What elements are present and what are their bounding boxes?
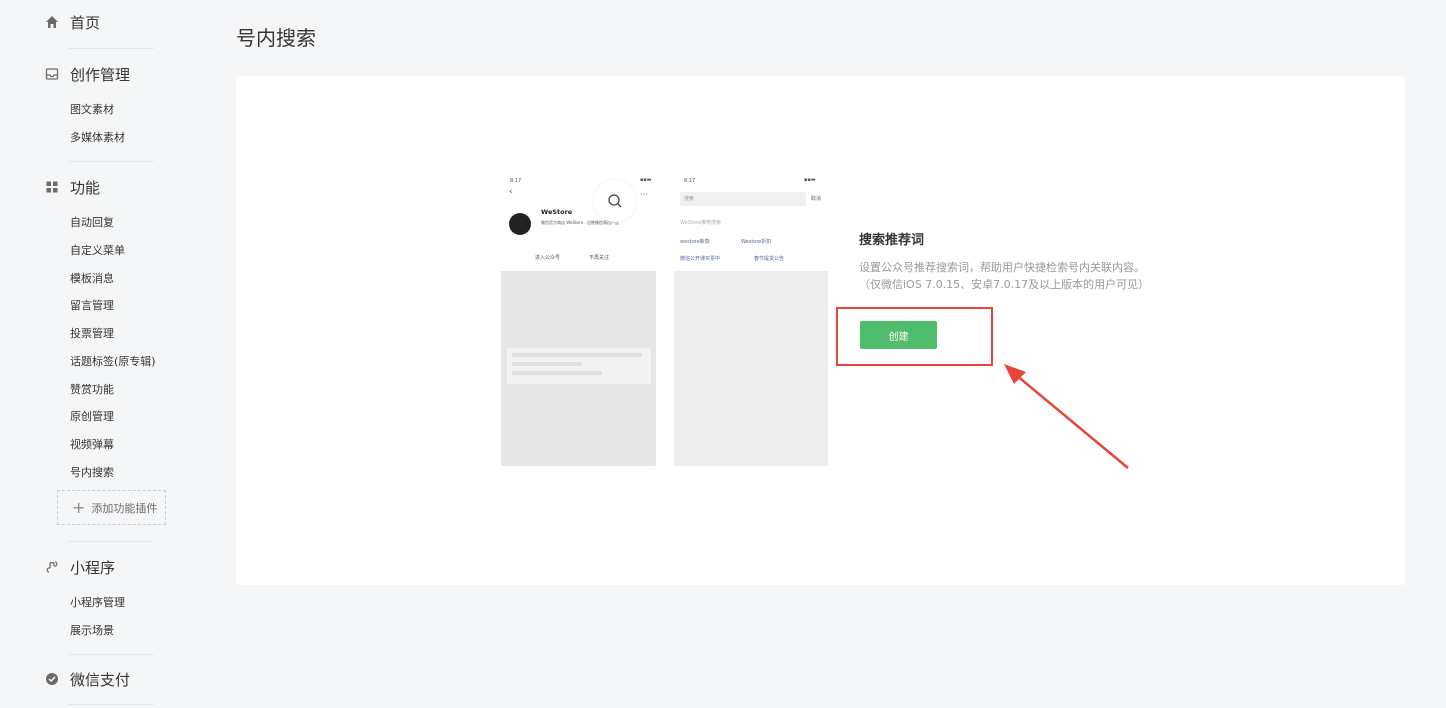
- divider: [68, 654, 154, 655]
- annotation-arrow-icon: [1004, 364, 1129, 469]
- nav-wechatpay[interactable]: 微信支付: [44, 668, 130, 690]
- preview-phone-search: 8:17 ▪▪▬ 搜索 取消 WeStore推荐搜索 westore新款 Wes…: [674, 171, 828, 466]
- sidebar-item-multimedia-material[interactable]: 多媒体素材: [70, 129, 125, 145]
- status-icons: ▪▪▬: [804, 177, 816, 183]
- nav-creation[interactable]: 创作管理: [44, 63, 130, 85]
- placeholder-bar: [512, 353, 642, 357]
- search-bubble: [594, 180, 636, 222]
- preview-tag: westore新款: [680, 239, 710, 245]
- add-plugin-button[interactable]: + 添加功能插件: [57, 490, 166, 525]
- sidebar-item-video-danmaku[interactable]: 视频弹幕: [70, 436, 114, 452]
- nav-home[interactable]: 首页: [44, 11, 100, 33]
- nav-home-label: 首页: [70, 13, 101, 32]
- preview-search-panel: 8:17 ▪▪▬ 搜索 取消 WeStore推荐搜索 westore新款 Wes…: [674, 171, 828, 271]
- sidebar-item-graphic-material[interactable]: 图文素材: [70, 101, 114, 117]
- preview-tag: 微信公开课买票中: [680, 256, 721, 262]
- preview-time: 8:17: [684, 178, 696, 184]
- nav-miniprogram-label: 小程序: [70, 558, 116, 577]
- preview-phone-account: 8:17 ‹ ▪▪▬ ··· WeStore 微信官方商店 WeStore，出售…: [501, 171, 656, 466]
- preview-tag: Westore折扣: [741, 239, 772, 245]
- divider: [68, 48, 154, 49]
- sidebar: 首页 创作管理 图文素材 多媒体素材 功能 自动回复 自定义菜单 模板消息 留言…: [0, 0, 200, 708]
- preview-time: 8:17: [510, 178, 522, 184]
- search-icon: [608, 194, 622, 208]
- sidebar-item-vote-management[interactable]: 投票管理: [70, 325, 114, 341]
- sidebar-item-reward[interactable]: 赞赏功能: [70, 381, 114, 397]
- preview-search-placeholder: 搜索: [684, 196, 695, 202]
- account-name: WeStore: [541, 208, 573, 216]
- sidebar-item-topic-tags[interactable]: 话题标签(原专辑): [70, 353, 156, 369]
- sidebar-item-template-message[interactable]: 模板消息: [70, 270, 114, 286]
- preview-tag: 春节提货公告: [754, 256, 785, 262]
- preview-search-box: 搜索: [680, 192, 806, 206]
- info-desc-line2: （仅微信iOS 7.0.15、安卓7.0.17及以上版本的用户可见）: [859, 278, 1150, 291]
- sidebar-item-miniprogram-management[interactable]: 小程序管理: [70, 594, 125, 610]
- preview-section-label: WeStore推荐搜索: [680, 220, 721, 226]
- grid-icon: [44, 179, 60, 195]
- nav-wechatpay-label: 微信支付: [70, 670, 131, 689]
- more-icon: ···: [640, 190, 648, 199]
- home-icon: [44, 14, 60, 30]
- plus-icon: +: [72, 498, 86, 517]
- page-title: 号内搜索: [236, 26, 316, 50]
- preview-account-header: 8:17 ‹ ▪▪▬ ··· WeStore 微信官方商店 WeStore，出售…: [501, 171, 656, 271]
- divider: [68, 704, 154, 705]
- divider: [68, 541, 154, 542]
- nav-features-label: 功能: [70, 178, 101, 197]
- status-icons: ▪▪▬: [640, 177, 652, 183]
- placeholder-bar: [512, 371, 602, 375]
- info-title: 搜索推荐词: [859, 233, 925, 248]
- enter-account-button: 进入公众号: [535, 255, 561, 261]
- sidebar-item-custom-menu[interactable]: 自定义菜单: [70, 242, 125, 258]
- sidebar-item-in-account-search[interactable]: 号内搜索: [70, 464, 114, 480]
- nav-miniprogram[interactable]: 小程序: [44, 556, 115, 578]
- info-desc-line1: 设置公众号推荐搜索词，帮助用户快捷检索号内关联内容。: [859, 261, 1145, 274]
- avatar: [509, 213, 531, 235]
- placeholder-bar: [512, 362, 582, 366]
- account-desc: 微信官方商店 WeStore，出售微信周边产品: [541, 220, 620, 225]
- divider: [68, 161, 154, 162]
- annotation-highlight-box: [836, 307, 993, 366]
- preview-article-card: [507, 348, 651, 384]
- unfollow-button: 不再关注: [589, 255, 610, 261]
- add-plugin-label: 添加功能插件: [91, 501, 158, 515]
- preview-cancel: 取消: [811, 196, 822, 202]
- nav-creation-label: 创作管理: [70, 65, 131, 84]
- sidebar-item-display-scenes[interactable]: 展示场景: [70, 622, 114, 638]
- pay-icon: [44, 671, 60, 687]
- sidebar-item-comment-management[interactable]: 留言管理: [70, 297, 114, 313]
- link-icon: [44, 559, 60, 575]
- back-icon: ‹: [509, 187, 513, 197]
- nav-features[interactable]: 功能: [44, 176, 100, 198]
- sidebar-item-original-management[interactable]: 原创管理: [70, 408, 114, 424]
- inbox-icon: [44, 66, 60, 82]
- info-description: 设置公众号推荐搜索词，帮助用户快捷检索号内关联内容。 （仅微信iOS 7.0.1…: [859, 259, 1149, 293]
- sidebar-item-auto-reply[interactable]: 自动回复: [70, 214, 114, 230]
